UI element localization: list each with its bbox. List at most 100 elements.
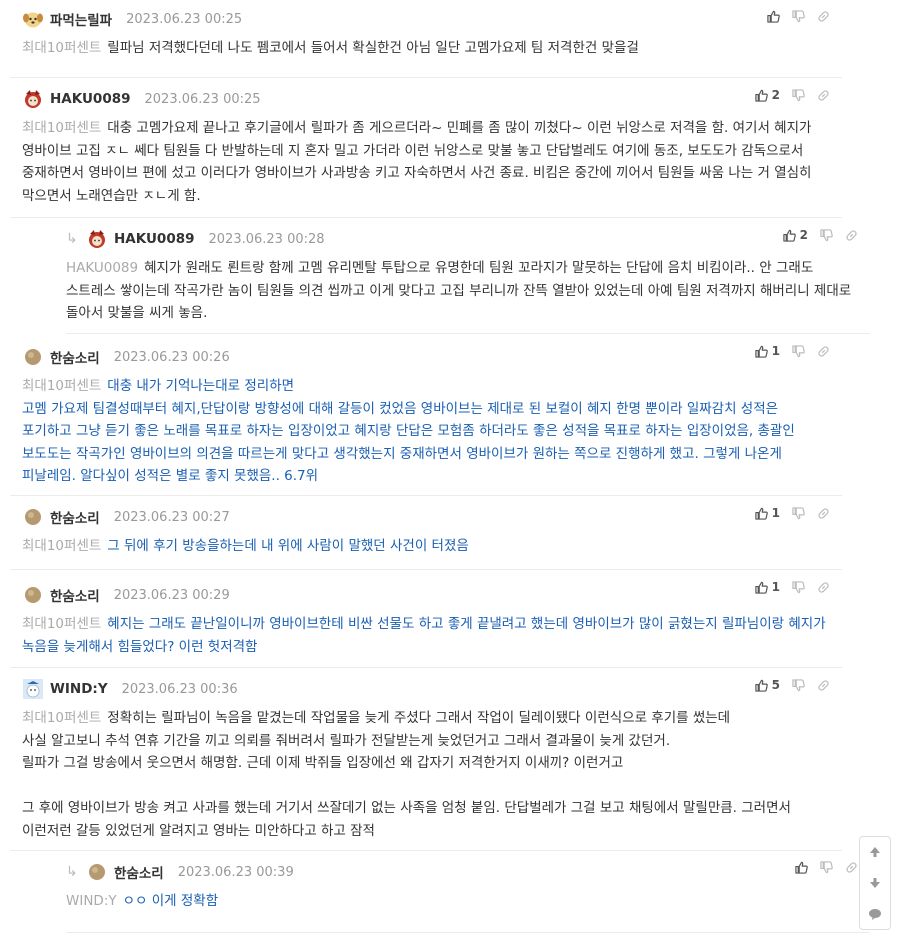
- dislike-button[interactable]: [792, 580, 805, 594]
- dislike-button[interactable]: [792, 506, 805, 520]
- avatar[interactable]: [22, 8, 44, 30]
- comment-date: 2023.06.23 00:25: [144, 91, 261, 107]
- thumbs-up-icon: [754, 89, 768, 102]
- comment-date: 2023.06.23 00:36: [121, 681, 238, 697]
- comment-body: 최대10퍼센트 그 뒤에 후기 방송을하는데 내 위에 사람이 말했던 사건이 터…: [22, 535, 828, 558]
- dislike-button[interactable]: [820, 861, 833, 874]
- author-nickname[interactable]: HAKU0089: [50, 91, 131, 107]
- reply-mention[interactable]: 최대10퍼센트: [22, 40, 101, 56]
- like-count: 1: [771, 580, 780, 594]
- link-icon: [817, 10, 830, 23]
- reply-mention[interactable]: 최대10퍼센트: [22, 378, 101, 394]
- reply-mention[interactable]: 최대10퍼센트: [22, 616, 101, 632]
- dislike-button[interactable]: [792, 88, 805, 102]
- avatar[interactable]: [22, 584, 44, 606]
- link-icon: [845, 861, 858, 874]
- thumbs-up-icon: [754, 581, 768, 594]
- author-nickname[interactable]: 한숨소리: [114, 862, 164, 882]
- like-button[interactable]: 1: [754, 580, 780, 594]
- comment-actions: 2: [771, 228, 858, 242]
- reply-mention[interactable]: HAKU0089: [66, 260, 138, 276]
- comment-body: 최대10퍼센트 릴파님 저격했다던데 나도 펨코에서 들어서 확실한건 아님 일단…: [22, 37, 828, 60]
- comment-jump-button[interactable]: [860, 899, 890, 929]
- thumbs-up-icon: [795, 861, 808, 874]
- link-icon: [817, 679, 830, 692]
- reply-mention[interactable]: 최대10퍼센트: [22, 710, 101, 726]
- dislike-button[interactable]: [792, 344, 805, 358]
- comment-text: 혜지는 그래도 끝난일이니까 영바이브한테 비싼 선물도 하고 좋게 끝낼려고 …: [22, 616, 830, 655]
- thumbs-up-icon: [754, 679, 768, 692]
- like-button[interactable]: 1: [754, 506, 780, 520]
- copy-link-button[interactable]: [845, 229, 858, 242]
- speech-bubble-icon: [869, 908, 881, 920]
- comment-text: 그 뒤에 후기 방송을하는데 내 위에 사람이 말했던 사건이 터졌음: [107, 538, 469, 554]
- avatar[interactable]: [22, 506, 44, 528]
- like-count: 1: [771, 506, 780, 520]
- thumbs-up-icon: [767, 10, 780, 23]
- reply-mention[interactable]: WIND:Y: [66, 893, 117, 909]
- comment-date: 2023.06.23 00:25: [126, 11, 243, 27]
- dislike-button[interactable]: [792, 678, 805, 692]
- dislike-button[interactable]: [820, 228, 833, 242]
- avatar[interactable]: [86, 228, 108, 250]
- scroll-top-button[interactable]: [860, 837, 890, 867]
- copy-link-button[interactable]: [817, 345, 830, 358]
- copy-link-button[interactable]: [817, 10, 830, 23]
- author-nickname[interactable]: WIND:Y: [50, 681, 108, 697]
- copy-link-button[interactable]: [817, 679, 830, 692]
- comment-header: ↳ 한숨소리 2023.06.23 00:39: [66, 861, 856, 883]
- comment-text: 정확히는 릴파님이 녹음을 맡겼는데 작업물을 늦게 주셨다 그래서 작업이 딜…: [22, 710, 791, 839]
- comment-header: 한숨소리 2023.06.23 00:26: [22, 346, 828, 368]
- thumbs-up-icon: [754, 507, 768, 520]
- comment-actions: 1: [743, 580, 830, 594]
- copy-link-button[interactable]: [817, 581, 830, 594]
- link-icon: [817, 89, 830, 102]
- like-button[interactable]: 2: [754, 88, 780, 102]
- comment-actions: [755, 10, 830, 23]
- comment-text: 릴파님 저격했다던데 나도 펨코에서 들어서 확실한건 아님 일단 고멤가요제 …: [107, 40, 639, 56]
- reply-mention[interactable]: 최대10퍼센트: [22, 538, 101, 554]
- like-button[interactable]: 2: [782, 228, 808, 242]
- comment-date: 2023.06.23 00:39: [177, 864, 294, 880]
- reply-comment: ↳ 한숨소리 2023.06.23 00:39 WIND:Y ㅇㅇ 이게 정확함: [66, 851, 870, 933]
- author-nickname[interactable]: 한숨소리: [50, 507, 100, 527]
- like-count: 1: [771, 344, 780, 358]
- thumbs-down-icon: [792, 678, 805, 692]
- avatar[interactable]: [22, 88, 44, 110]
- like-button[interactable]: [795, 861, 808, 874]
- like-count: 2: [799, 228, 808, 242]
- comment-header: 한숨소리 2023.06.23 00:27: [22, 506, 828, 528]
- author-nickname[interactable]: 한숨소리: [50, 347, 100, 367]
- avatar[interactable]: [86, 861, 108, 883]
- comment-text: 혜지가 원래도 뢴트랑 함께 고멤 유리멘탈 투탑으로 유명한데 팀원 꼬라지가…: [66, 260, 856, 321]
- author-nickname[interactable]: 파먹는릴파: [50, 9, 112, 29]
- copy-link-button[interactable]: [817, 89, 830, 102]
- like-button[interactable]: [767, 10, 780, 23]
- comment-header: 파먹는릴파 2023.06.23 00:25: [22, 8, 828, 30]
- avatar[interactable]: [22, 346, 44, 368]
- comment-header: HAKU0089 2023.06.23 00:25: [22, 88, 828, 110]
- comment-body: 최대10퍼센트 혜지는 그래도 끝난일이니까 영바이브한테 비싼 선물도 하고 좋…: [22, 613, 828, 658]
- comment: WIND:Y 2023.06.23 00:36 5 최대10퍼센트 정확히는 릴파님이 …: [10, 668, 842, 851]
- comment-actions: 5: [743, 678, 830, 692]
- reply-mention[interactable]: 최대10퍼센트: [22, 120, 101, 136]
- comment-actions: [783, 861, 858, 874]
- copy-link-button[interactable]: [845, 861, 858, 874]
- thumbs-down-icon: [820, 861, 833, 874]
- author-nickname[interactable]: HAKU0089: [114, 231, 195, 247]
- scroll-bottom-button[interactable]: [860, 868, 890, 898]
- like-button[interactable]: 5: [754, 678, 780, 692]
- like-button[interactable]: 1: [754, 344, 780, 358]
- author-nickname[interactable]: 한숨소리: [50, 585, 100, 605]
- dislike-button[interactable]: [792, 10, 805, 23]
- arrow-down-icon: [870, 877, 880, 888]
- comment-text: 대충 고멤가요제 끝나고 후기글에서 릴파가 좀 게으르더라~ 민폐를 좀 많이…: [22, 120, 816, 204]
- thumbs-down-icon: [820, 228, 833, 242]
- comment: 한숨소리 2023.06.23 00:26 1 최대10퍼센트 대충 내가 기억나는대로…: [10, 334, 842, 496]
- avatar[interactable]: [22, 678, 44, 700]
- comment-date: 2023.06.23 00:26: [113, 349, 230, 365]
- thumbs-up-icon: [782, 229, 796, 242]
- link-icon: [817, 507, 830, 520]
- copy-link-button[interactable]: [817, 507, 830, 520]
- reply-arrow-icon: ↳: [66, 864, 78, 880]
